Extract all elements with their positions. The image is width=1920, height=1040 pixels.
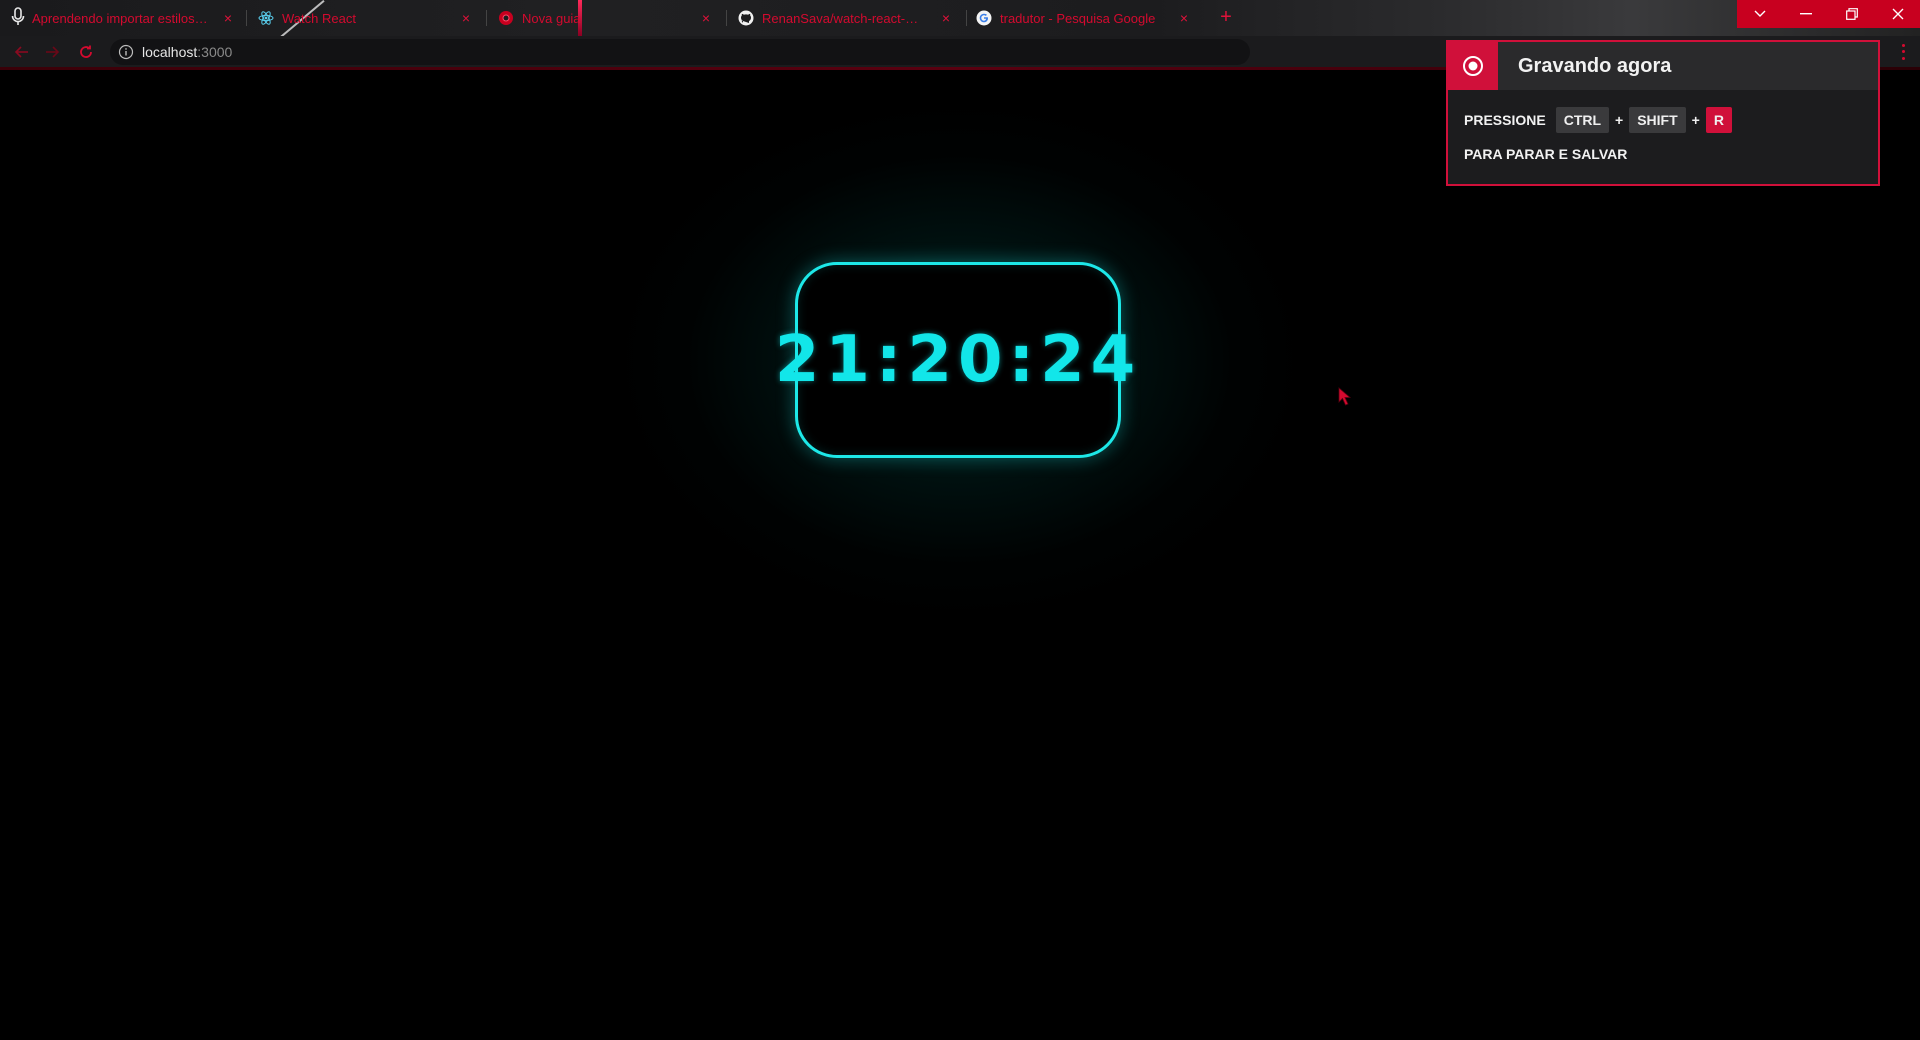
record-icon — [1448, 42, 1498, 90]
close-tab-icon[interactable]: × — [220, 10, 236, 26]
url-host: localhost — [142, 44, 198, 60]
mouse-cursor-icon — [1338, 387, 1352, 406]
minimize-icon — [1800, 13, 1812, 15]
tab-title: tradutor - Pesquisa Google — [1000, 10, 1156, 26]
tab-strip: Aprendendo importar estilos e c × Watch … — [0, 0, 1920, 36]
arrow-right-icon — [46, 46, 60, 58]
chevron-down-icon — [1754, 10, 1766, 17]
recording-title: Gravando agora — [1518, 54, 1672, 77]
google-icon — [976, 10, 992, 26]
tab-title: Watch React — [282, 10, 356, 26]
github-icon — [738, 10, 754, 26]
close-tab-icon[interactable]: × — [938, 10, 954, 26]
clock-time: 21:20:24 — [774, 323, 1142, 397]
tab-watch-react[interactable]: Watch React × — [258, 4, 480, 32]
digital-clock: 21:20:24 — [775, 262, 1135, 458]
screen: Aprendendo importar estilos e c × Watch … — [0, 0, 1920, 1040]
recording-panel: Gravando agora PRESSIONE CTRL + SHIFT + … — [1446, 40, 1880, 186]
info-icon[interactable] — [118, 44, 134, 60]
restore-button[interactable] — [1829, 0, 1875, 28]
tab-aprendendo[interactable]: Aprendendo importar estilos e c × — [32, 4, 242, 32]
arrow-left-icon — [14, 46, 28, 58]
microphone-icon[interactable] — [8, 4, 28, 30]
plus-sign: + — [1691, 112, 1700, 128]
tab-title: Aprendendo importar estilos e c — [32, 10, 210, 26]
recording-header: Gravando agora — [1448, 42, 1878, 90]
key-shift: SHIFT — [1629, 107, 1686, 133]
stop-save-hint: PARA PARAR E SALVAR — [1464, 146, 1628, 162]
key-r: R — [1705, 107, 1732, 133]
tab-tradutor[interactable]: tradutor - Pesquisa Google × — [976, 4, 1198, 32]
url-port: :3000 — [197, 44, 233, 60]
tab-title: RenanSava/watch-react-date — [762, 10, 922, 26]
minimize-button[interactable] — [1783, 0, 1829, 28]
tab-title: Nova guia — [522, 10, 581, 26]
press-label: PRESSIONE — [1464, 112, 1546, 128]
close-tab-icon[interactable]: × — [698, 10, 714, 26]
chrome-icon — [498, 10, 514, 26]
reload-button[interactable] — [76, 42, 96, 62]
close-window-button[interactable] — [1875, 0, 1920, 28]
reload-icon — [80, 45, 92, 58]
restore-icon — [1846, 8, 1858, 20]
plus-sign: + — [1615, 112, 1624, 128]
tab-search-button[interactable] — [1737, 0, 1783, 28]
close-icon — [1892, 8, 1903, 20]
menu-icon[interactable] — [1900, 42, 1906, 62]
shortcut-line: PRESSIONE CTRL + SHIFT + R — [1464, 106, 1736, 134]
back-button[interactable] — [12, 42, 32, 62]
forward-button[interactable] — [42, 42, 62, 62]
react-icon — [258, 10, 274, 26]
close-tab-icon[interactable]: × — [458, 10, 474, 26]
key-ctrl: CTRL — [1555, 107, 1610, 133]
tab-nova-guia[interactable]: Nova guia × — [498, 4, 720, 32]
close-tab-icon[interactable]: × — [1176, 10, 1192, 26]
new-tab-button[interactable]: + — [1212, 5, 1240, 31]
tab-github[interactable]: RenanSava/watch-react-date × — [738, 4, 960, 32]
